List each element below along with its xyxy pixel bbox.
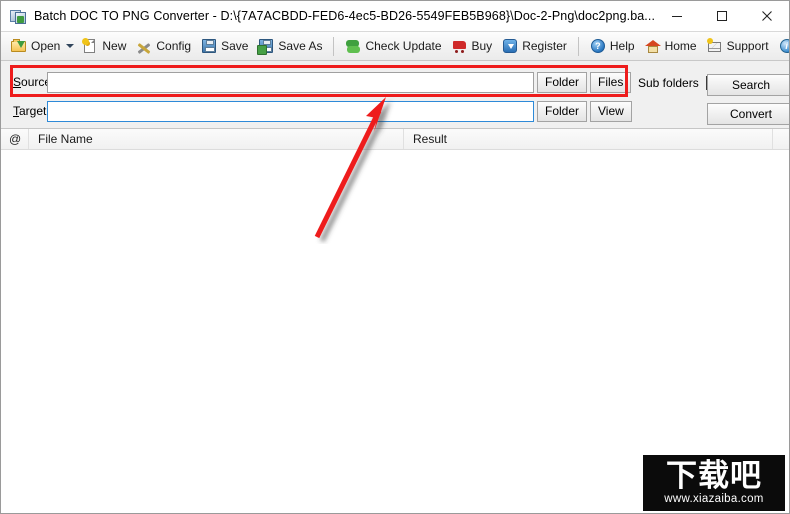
title-bar: Batch DOC TO PNG Converter - D:\{7A7ACBD… <box>1 1 789 32</box>
column-header-result[interactable]: Result <box>404 129 773 149</box>
toolbar-button-save-as[interactable]: Save As <box>254 35 326 57</box>
refresh-icon <box>345 38 361 54</box>
target-row: Target Folder View <box>1 100 632 122</box>
info-circle-icon: i <box>779 38 789 54</box>
minimize-icon <box>671 16 682 17</box>
app-icon <box>10 8 26 24</box>
maximize-button[interactable] <box>699 1 744 32</box>
source-label: Source <box>13 75 52 89</box>
file-list-body[interactable] <box>1 150 789 512</box>
file-list-view[interactable]: @ File Name Result <box>1 129 789 513</box>
column-header-index[interactable]: @ <box>1 129 29 149</box>
toolbar-separator-1 <box>333 36 335 56</box>
toolbar-label-new: New <box>102 39 127 53</box>
search-button[interactable]: Search <box>707 74 789 96</box>
convert-button[interactable]: Convert <box>707 103 789 125</box>
minimize-button[interactable] <box>654 1 699 32</box>
toolbar-separator-2 <box>577 36 579 56</box>
toolbar-button-check-update[interactable]: Check Update <box>341 35 445 57</box>
toolbar-button-save[interactable]: Save <box>197 35 252 57</box>
mail-support-icon <box>706 38 723 54</box>
toolbar-button-about[interactable]: i About <box>775 35 789 57</box>
toolbar-button-open[interactable]: Open <box>7 35 64 57</box>
window-controls <box>654 1 789 32</box>
main-toolbar: Open New Config Save Save As Check Updat… <box>1 32 789 61</box>
toolbar-button-support[interactable]: Support <box>703 35 773 57</box>
application-window: Batch DOC TO PNG Converter - D:\{7A7ACBD… <box>0 0 790 514</box>
target-label: Target <box>13 104 47 118</box>
source-folder-button[interactable]: Folder <box>537 71 588 93</box>
close-icon <box>761 11 772 21</box>
toolbar-button-help[interactable]: ? Help <box>586 35 639 57</box>
path-panel: Source Folder Files Target Folder View S… <box>1 61 789 129</box>
open-dropdown-button[interactable] <box>66 36 75 56</box>
sub-folders-label: Sub folders <box>638 76 699 90</box>
window-title: Batch DOC TO PNG Converter - D:\{7A7ACBD… <box>34 9 654 23</box>
toolbar-label-save-as: Save As <box>278 39 323 53</box>
column-header-file-name[interactable]: File Name <box>29 129 404 149</box>
floppy-disk-green-icon <box>257 38 274 55</box>
toolbar-label-home: Home <box>664 39 697 53</box>
toolbar-button-register[interactable]: Register <box>498 35 571 57</box>
file-list-header: @ File Name Result <box>1 129 789 150</box>
toolbar-button-config[interactable]: Config <box>132 35 195 57</box>
toolbar-label-save: Save <box>221 39 249 53</box>
toolbar-button-new[interactable]: New <box>78 35 130 57</box>
toolbar-button-home[interactable]: Home <box>641 35 701 57</box>
chevron-down-icon <box>66 44 75 48</box>
tools-icon <box>136 38 152 54</box>
register-key-icon <box>502 38 518 54</box>
help-circle-icon: ? <box>590 38 606 54</box>
target-folder-button[interactable]: Folder <box>537 100 588 122</box>
home-icon <box>644 38 661 54</box>
toolbar-label-config: Config <box>156 39 192 53</box>
folder-open-icon <box>11 38 27 54</box>
source-files-button[interactable]: Files <box>590 71 632 93</box>
close-button[interactable] <box>744 1 789 32</box>
source-row: Source Folder Files <box>1 71 632 93</box>
target-view-button[interactable]: View <box>590 100 632 122</box>
source-input[interactable] <box>47 71 534 93</box>
target-input[interactable] <box>47 100 534 122</box>
toolbar-label-support: Support <box>726 39 769 53</box>
toolbar-label-check-update: Check Update <box>365 39 442 53</box>
toolbar-label-buy: Buy <box>471 39 493 53</box>
floppy-disk-icon <box>201 38 217 54</box>
shopping-cart-icon <box>452 38 468 54</box>
toolbar-label-register: Register <box>522 39 567 53</box>
toolbar-label-help: Help <box>609 39 635 53</box>
toolbar-button-buy[interactable]: Buy <box>448 35 497 57</box>
toolbar-label-open: Open <box>31 39 61 53</box>
maximize-icon <box>716 11 727 21</box>
new-document-icon <box>82 38 98 54</box>
